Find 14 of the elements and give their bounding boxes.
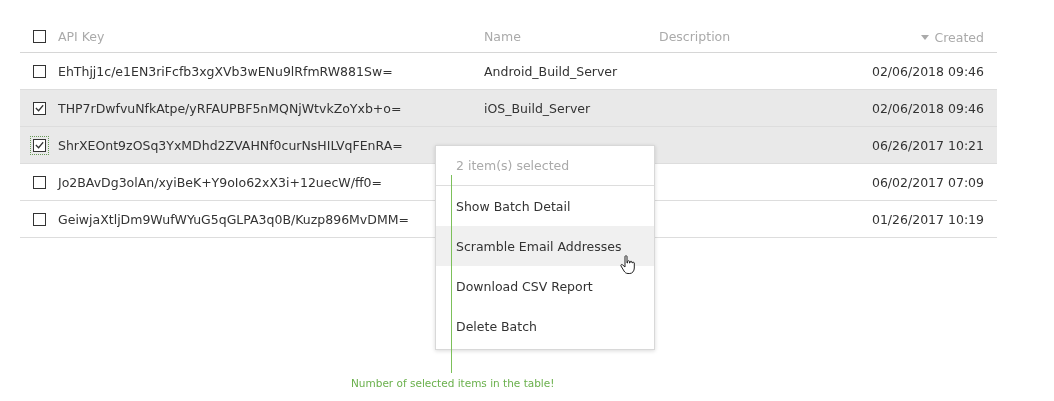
api-key-cell: GeiwjaXtljDm9WufWYuG5qGLPA3q0B/Kuzp896MvDMM= [58,211,409,227]
created-cell: 02/06/2018 09:46 [871,100,984,116]
api-key-cell: THP7rDwfvuNfkAtpe/yRFAUPBF5nMQNjWtvkZoYxb+o= [58,100,402,116]
api-key-cell: ShrXEOnt9zOSq3YxMDhd2ZVAHNf0curNsHILVqFEnRA= [58,137,403,153]
selection-count: 2 item(s) selected [456,158,570,173]
api-key-cell: EhThjj1c/e1EN3riFcfb3xgXVb3wENu9lRfmRW881Sw= [58,63,393,79]
annotation-text: Number of selected items in the table! [351,377,555,389]
created-cell: 06/26/2017 10:21 [871,137,984,153]
created-cell: 06/02/2017 07:09 [871,174,984,190]
created-cell: 02/06/2018 09:46 [871,63,984,79]
name-cell: Android_Build_Server [484,63,618,79]
name-cell: iOS_Build_Server [484,100,591,116]
created-cell: 01/26/2017 10:19 [871,211,984,227]
api-key-cell: Jo2BAvDg3olAn/xyiBeK+Y9oIo62xX3i+12uecW/ff0= [58,174,382,190]
